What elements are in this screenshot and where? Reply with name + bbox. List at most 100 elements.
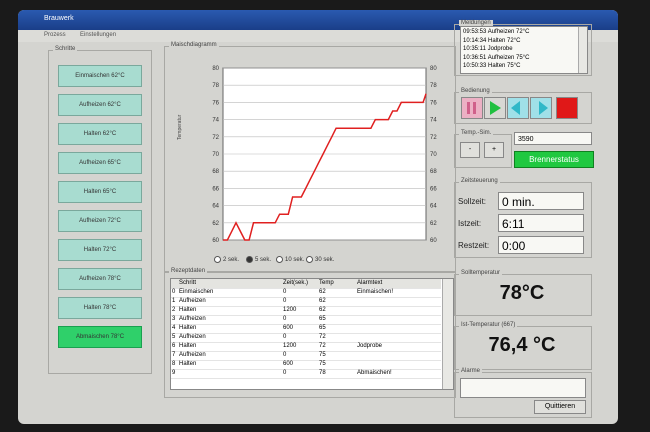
table-cell-temp: 75 [319,361,326,367]
column-header-zeit[interactable]: Zeit(sek.) [283,279,308,288]
table-cell-zeit: 0 [283,298,287,304]
y-tick-label-right: 72 [430,135,437,141]
table-cell-schritt: Halten [179,361,197,367]
table-cell-alarm: Abmaischen! [357,370,392,376]
pause-button[interactable] [461,97,483,119]
tempsim-value-field[interactable]: 3590 [514,132,592,145]
solltemp-group-label: Solltemperatur [459,270,503,276]
table-cell-zeit: 0 [283,370,287,376]
temp-increase-button[interactable]: + [484,142,504,158]
menu-item-einstellungen[interactable]: Einstellungen [80,32,116,38]
column-header-schritt[interactable]: Schritt [179,279,196,288]
y-tick-label-left: 70 [212,152,219,158]
y-tick-label-left: 66 [212,186,219,192]
radio-icon[interactable] [306,256,313,263]
recipe-table-scrollbar[interactable] [442,279,453,389]
step-back-button[interactable] [507,97,529,119]
brenner-status-indicator: Brennerstatus [514,151,594,168]
y-tick-label-left: 74 [212,118,219,124]
screen: Brauwerk Prozess Einstellungen Schritte … [18,10,618,424]
message-item: 09:53:53 Aufheizen 72°C [463,29,530,35]
recipe-table[interactable]: Schritt Zeit(sek.) Temp Alarmtext 0 Einma… [170,278,454,390]
messages-scrollbar[interactable] [578,27,587,73]
table-cell-n: 7 [172,352,176,358]
interval-option[interactable]: 10 sek. [276,256,304,263]
message-item: 10:36:51 Aufheizen 75°C [463,54,530,61]
y-tick-label-right: 62 [430,221,437,227]
table-cell-n: 2 [172,307,176,313]
y-tick-label-right: 60 [430,238,437,244]
radio-icon[interactable] [276,256,283,263]
table-cell-n: 6 [172,343,176,349]
table-cell-zeit: 600 [283,325,294,331]
radio-icon[interactable] [214,256,221,263]
restzeit-value: 0:00 [498,236,584,254]
step-button[interactable]: Einmaischen 62°C [58,65,142,87]
bedienung-group-label: Bedienung [459,88,492,94]
message-item: 10:35:11 Jodprobe [463,46,513,52]
step-button[interactable]: Halten 65°C [58,181,142,203]
table-cell-temp: 72 [319,334,326,340]
table-cell-temp: 62 [319,289,326,295]
y-tick-label-right: 70 [430,152,437,158]
sollzeit-label: Sollzeit: [458,197,487,206]
play-icon [490,101,501,115]
steps-group-label: Schritte [53,46,78,52]
interval-option[interactable]: 2 sek. [214,256,239,263]
table-cell-zeit: 0 [283,352,287,358]
menu-item-prozess[interactable]: Prozess [44,32,66,38]
table-cell-temp: 75 [319,352,326,358]
quittieren-button[interactable]: Quittieren [534,400,586,414]
step-forward-icon [539,101,548,115]
step-forward-button[interactable] [530,97,552,119]
step-button[interactable]: Aufheizen 72°C [58,210,142,232]
table-cell-temp: 78 [319,370,326,376]
alarm-display [460,378,586,398]
table-cell-schritt: Aufheizen [179,298,206,304]
messages-list[interactable]: 09:53:53 Aufheizen 72°C 10:14:34 Halten 7… [460,26,588,74]
istzeit-value: 6:11 [498,214,584,232]
column-header-alarmtext[interactable]: Alarmtext [357,279,382,288]
table-cell-temp: 72 [319,343,326,349]
step-button[interactable]: Halten 72°C [58,239,142,261]
table-cell-alarm: Einmaischen! [357,289,394,295]
y-tick-label-right: 76 [430,100,437,106]
interval-option[interactable]: 30 sek. [306,256,334,263]
interval-label: 30 sek. [315,257,335,264]
step-back-icon [511,101,520,115]
interval-label: 10 sek. [285,257,305,264]
y-tick-label-left: 62 [212,221,219,227]
table-cell-n: 0 [172,289,176,295]
recipe-group-label: Rezeptdaten [169,268,208,274]
step-button[interactable]: Aufheizen 65°C [58,152,142,174]
window-title: Brauwerk [44,15,74,22]
table-cell-schritt: Aufheizen [179,334,206,340]
table-cell-n: 9 [172,370,176,376]
table-row[interactable]: 9 0 78 Abmaischen! [171,369,441,379]
step-button[interactable]: Aufheizen 62°C [58,94,142,116]
y-tick-label-left: 80 [212,66,219,72]
radio-icon[interactable] [246,256,253,263]
step-button[interactable]: Abmaischen 78°C [58,326,142,348]
table-cell-alarm: Jodprobe [357,343,383,349]
table-cell-schritt: Einmaischen [179,289,214,295]
y-tick-label-left: 76 [212,100,219,106]
table-cell-temp: 62 [319,298,326,304]
y-tick-label-right: 74 [430,118,437,124]
isttemp-group-label: Ist-Temperatur (667) [459,322,518,328]
table-cell-temp: 65 [319,316,326,322]
solltemp-value: 78°C [499,282,545,304]
y-tick-label-right: 64 [430,204,437,210]
interval-option[interactable]: 5 sek. [246,256,271,263]
stop-button[interactable] [556,97,578,119]
pause-icon [467,102,470,114]
table-cell-temp: 62 [319,307,326,313]
alarme-group-label: Alarme [459,368,483,374]
play-button[interactable] [484,97,506,119]
step-button[interactable]: Halten 62°C [58,123,142,145]
table-cell-schritt: Halten [179,325,197,331]
column-header-temp[interactable]: Temp [319,279,334,288]
step-button[interactable]: Halten 78°C [58,297,142,319]
step-button[interactable]: Aufheizen 78°C [58,268,142,290]
temp-decrease-button[interactable]: - [460,142,480,158]
